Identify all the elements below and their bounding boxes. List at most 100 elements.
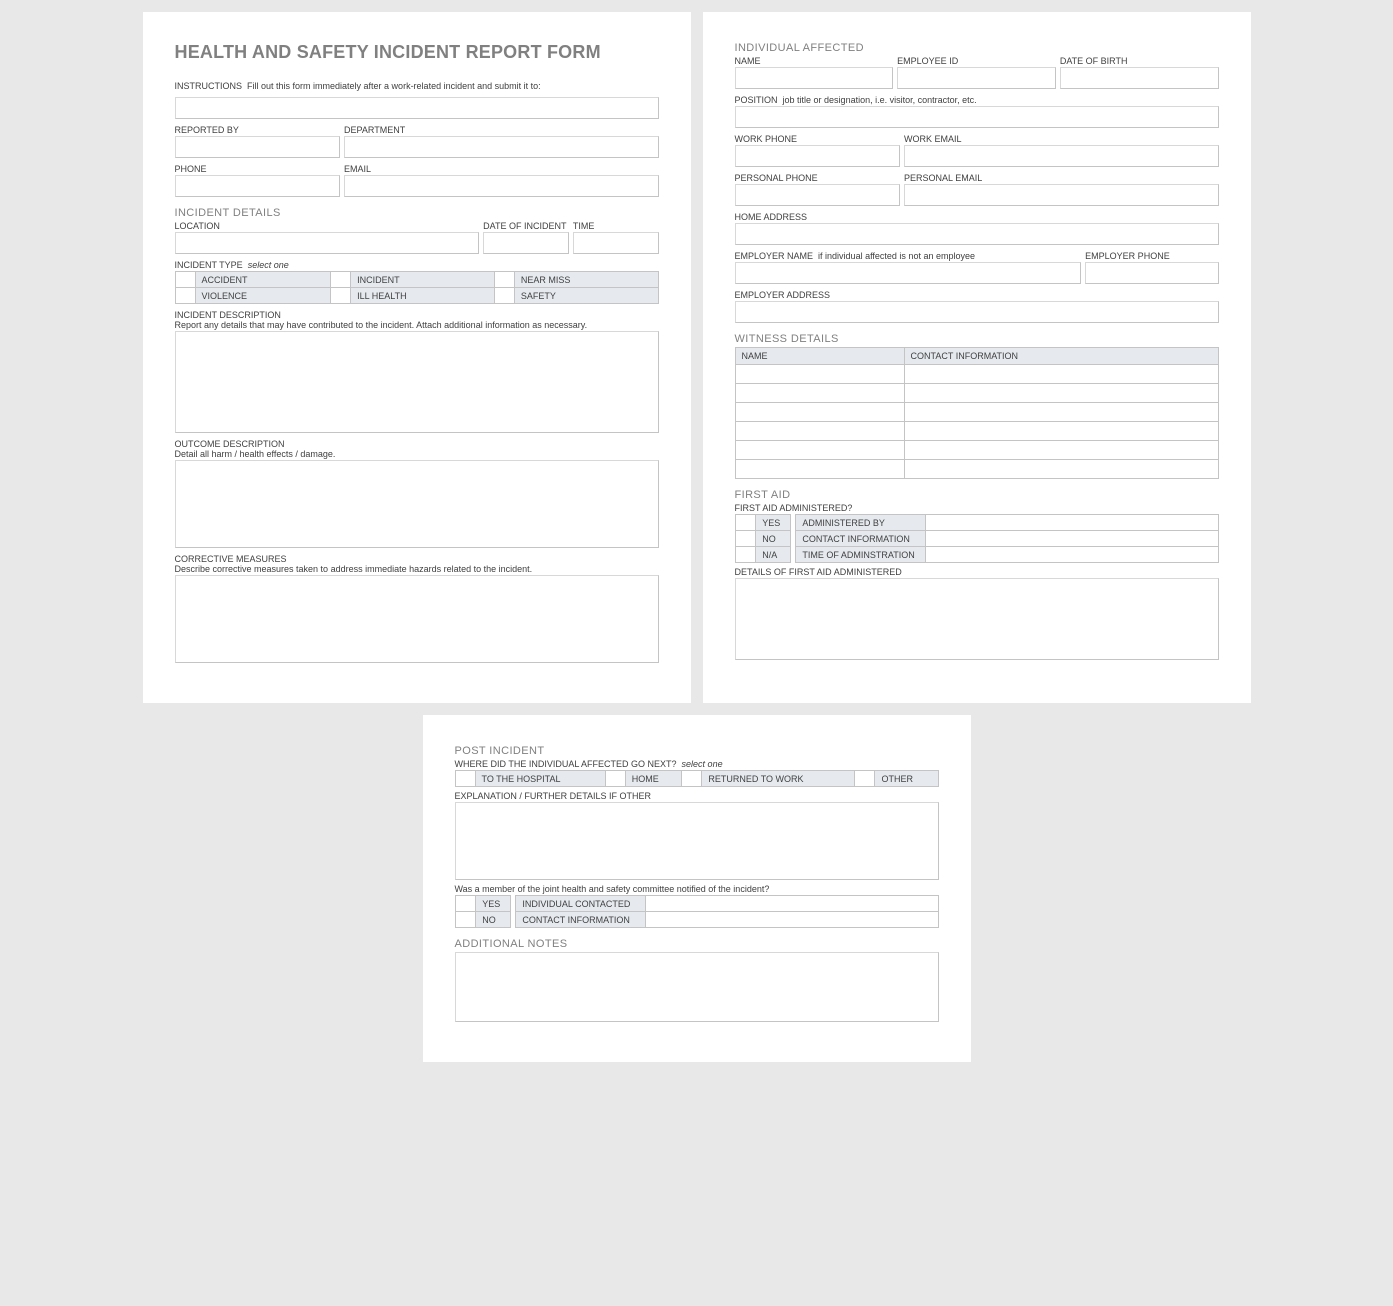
outcome-description-label: OUTCOME DESCRIPTION (175, 439, 659, 449)
time-input[interactable] (573, 232, 659, 254)
department-label: DEPARTMENT (344, 125, 658, 135)
individual-contacted-label: INDIVIDUAL CONTACTED (516, 896, 646, 912)
first-aid-heading: FIRST AID (735, 489, 1219, 501)
incident-type-check[interactable] (494, 288, 514, 304)
incident-type-label: INCIDENT TYPE (175, 260, 243, 270)
witness-name-cell[interactable] (735, 365, 904, 384)
reported-by-label: REPORTED BY (175, 125, 341, 135)
first-aid-contact-label: CONTACT INFORMATION (796, 531, 926, 547)
instructions-input[interactable] (175, 97, 659, 119)
individual-affected-heading: INDIVIDUAL AFFECTED (735, 42, 1219, 54)
witness-contact-cell[interactable] (904, 403, 1218, 422)
email-label: EMAIL (344, 164, 658, 174)
committee-fields-table: INDIVIDUAL CONTACTED CONTACT INFORMATION (515, 895, 938, 928)
employee-id-input[interactable] (897, 67, 1056, 89)
first-aid-administered-label: FIRST AID ADMINISTERED? (735, 503, 1219, 513)
incident-type-check[interactable] (494, 272, 514, 288)
explanation-input[interactable] (455, 802, 939, 880)
incident-type-option: NEAR MISS (514, 272, 658, 288)
page-3: POST INCIDENT WHERE DID THE INDIVIDUAL A… (423, 715, 971, 1062)
witness-col-contact: CONTACT INFORMATION (904, 348, 1218, 365)
personal-phone-input[interactable] (735, 184, 901, 206)
personal-email-input[interactable] (904, 184, 1218, 206)
outcome-description-input[interactable] (175, 460, 659, 548)
witness-contact-cell[interactable] (904, 460, 1218, 479)
administered-by-input[interactable] (926, 515, 1218, 531)
first-aid-option: NO (756, 531, 791, 547)
location-label: LOCATION (175, 221, 480, 231)
location-input[interactable] (175, 232, 480, 254)
where-next-table: TO THE HOSPITAL HOME RETURNED TO WORK OT… (455, 770, 939, 787)
position-input[interactable] (735, 106, 1219, 128)
witness-contact-cell[interactable] (904, 422, 1218, 441)
witness-name-cell[interactable] (735, 460, 904, 479)
employer-address-label: EMPLOYER ADDRESS (735, 290, 1219, 300)
post-incident-heading: POST INCIDENT (455, 745, 939, 757)
employee-id-label: EMPLOYEE ID (897, 56, 1056, 66)
additional-notes-heading: ADDITIONAL NOTES (455, 938, 939, 950)
department-input[interactable] (344, 136, 658, 158)
employer-name-label: EMPLOYER NAME (735, 251, 814, 261)
instructions-label: INSTRUCTIONS (175, 81, 243, 91)
time-of-admin-input[interactable] (926, 547, 1218, 563)
where-next-check[interactable] (855, 771, 875, 787)
additional-notes-input[interactable] (455, 952, 939, 1022)
phone-input[interactable] (175, 175, 341, 197)
incident-description-label: INCIDENT DESCRIPTION (175, 310, 659, 320)
committee-check[interactable] (455, 912, 476, 928)
personal-phone-label: PERSONAL PHONE (735, 173, 901, 183)
page-1: HEALTH AND SAFETY INCIDENT REPORT FORM I… (143, 12, 691, 703)
witness-name-cell[interactable] (735, 384, 904, 403)
name-input[interactable] (735, 67, 894, 89)
committee-check[interactable] (455, 896, 476, 912)
witness-name-cell[interactable] (735, 422, 904, 441)
employer-name-hint: if individual affected is not an employe… (818, 251, 975, 261)
witness-name-cell[interactable] (735, 403, 904, 422)
time-of-admin-label: TIME OF ADMINSTRATION (796, 547, 926, 563)
employer-address-input[interactable] (735, 301, 1219, 323)
personal-email-label: PERSONAL EMAIL (904, 173, 1218, 183)
dob-input[interactable] (1060, 67, 1219, 89)
first-aid-opts-table: YES NO N/A (735, 514, 792, 563)
first-aid-check[interactable] (735, 531, 756, 547)
incident-type-check[interactable] (175, 272, 195, 288)
committee-contact-input[interactable] (646, 912, 938, 928)
committee-option: YES (476, 896, 511, 912)
work-phone-input[interactable] (735, 145, 901, 167)
first-aid-details-label: DETAILS OF FIRST AID ADMINISTERED (735, 567, 1219, 577)
employer-name-input[interactable] (735, 262, 1082, 284)
incident-type-check[interactable] (331, 288, 351, 304)
incident-type-check[interactable] (175, 288, 195, 304)
incident-type-option: VIOLENCE (195, 288, 331, 304)
incident-description-sub: Report any details that may have contrib… (175, 320, 659, 330)
incident-type-option: ACCIDENT (195, 272, 331, 288)
reported-by-input[interactable] (175, 136, 341, 158)
corrective-measures-input[interactable] (175, 575, 659, 663)
witness-contact-cell[interactable] (904, 365, 1218, 384)
first-aid-contact-input[interactable] (926, 531, 1218, 547)
where-next-check[interactable] (605, 771, 625, 787)
first-aid-details-input[interactable] (735, 578, 1219, 660)
witness-contact-cell[interactable] (904, 441, 1218, 460)
incident-description-input[interactable] (175, 331, 659, 433)
incident-type-table: ACCIDENT INCIDENT NEAR MISS VIOLENCE ILL… (175, 271, 659, 304)
where-next-check[interactable] (455, 771, 475, 787)
position-hint: job title or designation, i.e. visitor, … (783, 95, 977, 105)
work-email-input[interactable] (904, 145, 1218, 167)
work-phone-label: WORK PHONE (735, 134, 901, 144)
home-address-input[interactable] (735, 223, 1219, 245)
first-aid-check[interactable] (735, 515, 756, 531)
where-next-check[interactable] (682, 771, 702, 787)
committee-contact-label: CONTACT INFORMATION (516, 912, 646, 928)
outcome-description-sub: Detail all harm / health effects / damag… (175, 449, 659, 459)
witness-contact-cell[interactable] (904, 384, 1218, 403)
date-of-incident-input[interactable] (483, 232, 569, 254)
first-aid-check[interactable] (735, 547, 756, 563)
email-input[interactable] (344, 175, 658, 197)
employer-phone-input[interactable] (1085, 262, 1218, 284)
individual-contacted-input[interactable] (646, 896, 938, 912)
incident-type-check[interactable] (331, 272, 351, 288)
administered-by-label: ADMINISTERED BY (796, 515, 926, 531)
name-label: NAME (735, 56, 894, 66)
witness-name-cell[interactable] (735, 441, 904, 460)
